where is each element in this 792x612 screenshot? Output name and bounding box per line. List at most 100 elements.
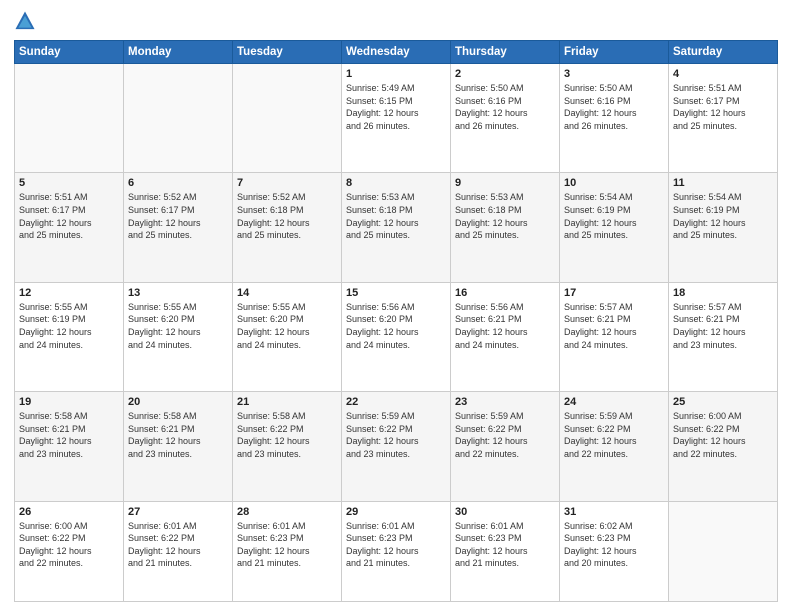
day-number: 8 — [346, 177, 446, 189]
calendar-cell: 3 Sunrise: 5:50 AM Sunset: 6:16 PM Daylig… — [560, 64, 669, 173]
day-number: 13 — [128, 287, 228, 299]
calendar-cell: 10 Sunrise: 5:54 AM Sunset: 6:19 PM Dayli… — [560, 173, 669, 282]
calendar-week-row: 19Sunrise: 5:58 AM Sunset: 6:21 PM Dayli… — [15, 392, 778, 501]
calendar-cell: 30 Sunrise: 6:01 AM Sunset: 6:23 PM Dayli… — [451, 501, 560, 601]
calendar-cell — [233, 64, 342, 173]
day-number: 31 — [564, 506, 664, 518]
day-number: 18 — [673, 287, 773, 299]
calendar-cell: 29 Sunrise: 6:01 AM Sunset: 6:23 PM Dayli… — [342, 501, 451, 601]
day-number: 14 — [237, 287, 337, 299]
day-info: Sunrise: 5:58 AM Sunset: 6:22 PM Dayligh… — [237, 410, 337, 460]
day-number: 12 — [19, 287, 119, 299]
calendar-cell: 26Sunrise: 6:00 AM Sunset: 6:22 PM Dayli… — [15, 501, 124, 601]
day-info: Sunrise: 5:54 AM Sunset: 6:19 PM Dayligh… — [673, 191, 773, 241]
day-info: Sunrise: 5:52 AM Sunset: 6:17 PM Dayligh… — [128, 191, 228, 241]
weekday-header-wednesday: Wednesday — [342, 41, 451, 64]
day-info: Sunrise: 5:50 AM Sunset: 6:16 PM Dayligh… — [564, 82, 664, 132]
calendar-cell: 7 Sunrise: 5:52 AM Sunset: 6:18 PM Daylig… — [233, 173, 342, 282]
calendar-week-row: 26Sunrise: 6:00 AM Sunset: 6:22 PM Dayli… — [15, 501, 778, 601]
day-number: 3 — [564, 68, 664, 80]
day-info: Sunrise: 5:57 AM Sunset: 6:21 PM Dayligh… — [564, 301, 664, 351]
day-number: 22 — [346, 396, 446, 408]
calendar-table: SundayMondayTuesdayWednesdayThursdayFrid… — [14, 40, 778, 602]
day-number: 29 — [346, 506, 446, 518]
day-info: Sunrise: 5:53 AM Sunset: 6:18 PM Dayligh… — [346, 191, 446, 241]
day-info: Sunrise: 5:50 AM Sunset: 6:16 PM Dayligh… — [455, 82, 555, 132]
day-info: Sunrise: 5:55 AM Sunset: 6:20 PM Dayligh… — [237, 301, 337, 351]
day-number: 27 — [128, 506, 228, 518]
day-number: 15 — [346, 287, 446, 299]
weekday-header-saturday: Saturday — [669, 41, 778, 64]
day-info: Sunrise: 5:49 AM Sunset: 6:15 PM Dayligh… — [346, 82, 446, 132]
day-number: 9 — [455, 177, 555, 189]
day-info: Sunrise: 5:58 AM Sunset: 6:21 PM Dayligh… — [128, 410, 228, 460]
day-number: 11 — [673, 177, 773, 189]
calendar-cell — [124, 64, 233, 173]
calendar-cell: 17 Sunrise: 5:57 AM Sunset: 6:21 PM Dayli… — [560, 282, 669, 391]
calendar-cell — [669, 501, 778, 601]
calendar-cell: 24 Sunrise: 5:59 AM Sunset: 6:22 PM Dayli… — [560, 392, 669, 501]
day-number: 24 — [564, 396, 664, 408]
day-number: 6 — [128, 177, 228, 189]
day-number: 4 — [673, 68, 773, 80]
day-info: Sunrise: 6:00 AM Sunset: 6:22 PM Dayligh… — [673, 410, 773, 460]
calendar-cell: 25 Sunrise: 6:00 AM Sunset: 6:22 PM Dayli… — [669, 392, 778, 501]
day-info: Sunrise: 6:01 AM Sunset: 6:22 PM Dayligh… — [128, 520, 228, 570]
day-number: 10 — [564, 177, 664, 189]
day-number: 20 — [128, 396, 228, 408]
day-info: Sunrise: 5:52 AM Sunset: 6:18 PM Dayligh… — [237, 191, 337, 241]
day-info: Sunrise: 5:53 AM Sunset: 6:18 PM Dayligh… — [455, 191, 555, 241]
day-info: Sunrise: 5:59 AM Sunset: 6:22 PM Dayligh… — [455, 410, 555, 460]
calendar-cell: 8 Sunrise: 5:53 AM Sunset: 6:18 PM Daylig… — [342, 173, 451, 282]
day-info: Sunrise: 6:01 AM Sunset: 6:23 PM Dayligh… — [346, 520, 446, 570]
calendar-cell: 19Sunrise: 5:58 AM Sunset: 6:21 PM Dayli… — [15, 392, 124, 501]
calendar-cell: 21Sunrise: 5:58 AM Sunset: 6:22 PM Dayli… — [233, 392, 342, 501]
day-number: 7 — [237, 177, 337, 189]
calendar-cell: 4 Sunrise: 5:51 AM Sunset: 6:17 PM Daylig… — [669, 64, 778, 173]
day-info: Sunrise: 5:51 AM Sunset: 6:17 PM Dayligh… — [19, 191, 119, 241]
day-number: 30 — [455, 506, 555, 518]
day-number: 16 — [455, 287, 555, 299]
header — [14, 10, 778, 32]
calendar-cell: 23Sunrise: 5:59 AM Sunset: 6:22 PM Dayli… — [451, 392, 560, 501]
day-info: Sunrise: 6:01 AM Sunset: 6:23 PM Dayligh… — [237, 520, 337, 570]
day-info: Sunrise: 5:51 AM Sunset: 6:17 PM Dayligh… — [673, 82, 773, 132]
calendar-week-row: 12Sunrise: 5:55 AM Sunset: 6:19 PM Dayli… — [15, 282, 778, 391]
calendar-cell: 14 Sunrise: 5:55 AM Sunset: 6:20 PM Dayli… — [233, 282, 342, 391]
calendar-cell: 2 Sunrise: 5:50 AM Sunset: 6:16 PM Daylig… — [451, 64, 560, 173]
weekday-header-tuesday: Tuesday — [233, 41, 342, 64]
calendar-cell: 13Sunrise: 5:55 AM Sunset: 6:20 PM Dayli… — [124, 282, 233, 391]
calendar-cell: 31Sunrise: 6:02 AM Sunset: 6:23 PM Dayli… — [560, 501, 669, 601]
calendar-cell: 12Sunrise: 5:55 AM Sunset: 6:19 PM Dayli… — [15, 282, 124, 391]
calendar-week-row: 5 Sunrise: 5:51 AM Sunset: 6:17 PM Daylig… — [15, 173, 778, 282]
page: SundayMondayTuesdayWednesdayThursdayFrid… — [0, 0, 792, 612]
calendar-cell: 5 Sunrise: 5:51 AM Sunset: 6:17 PM Daylig… — [15, 173, 124, 282]
day-info: Sunrise: 5:54 AM Sunset: 6:19 PM Dayligh… — [564, 191, 664, 241]
day-number: 1 — [346, 68, 446, 80]
day-number: 17 — [564, 287, 664, 299]
weekday-header-sunday: Sunday — [15, 41, 124, 64]
calendar-cell: 22 Sunrise: 5:59 AM Sunset: 6:22 PM Dayli… — [342, 392, 451, 501]
day-info: Sunrise: 5:56 AM Sunset: 6:20 PM Dayligh… — [346, 301, 446, 351]
logo — [14, 10, 40, 32]
calendar-week-row: 1 Sunrise: 5:49 AM Sunset: 6:15 PM Daylig… — [15, 64, 778, 173]
calendar-cell: 27 Sunrise: 6:01 AM Sunset: 6:22 PM Dayli… — [124, 501, 233, 601]
day-info: Sunrise: 5:59 AM Sunset: 6:22 PM Dayligh… — [564, 410, 664, 460]
day-number: 28 — [237, 506, 337, 518]
calendar-cell: 11 Sunrise: 5:54 AM Sunset: 6:19 PM Dayli… — [669, 173, 778, 282]
day-info: Sunrise: 5:56 AM Sunset: 6:21 PM Dayligh… — [455, 301, 555, 351]
day-info: Sunrise: 5:59 AM Sunset: 6:22 PM Dayligh… — [346, 410, 446, 460]
calendar-cell: 15 Sunrise: 5:56 AM Sunset: 6:20 PM Dayli… — [342, 282, 451, 391]
weekday-header-row: SundayMondayTuesdayWednesdayThursdayFrid… — [15, 41, 778, 64]
calendar-cell — [15, 64, 124, 173]
weekday-header-monday: Monday — [124, 41, 233, 64]
weekday-header-friday: Friday — [560, 41, 669, 64]
day-number: 5 — [19, 177, 119, 189]
day-info: Sunrise: 6:01 AM Sunset: 6:23 PM Dayligh… — [455, 520, 555, 570]
calendar-cell: 1 Sunrise: 5:49 AM Sunset: 6:15 PM Daylig… — [342, 64, 451, 173]
day-info: Sunrise: 5:58 AM Sunset: 6:21 PM Dayligh… — [19, 410, 119, 460]
day-number: 25 — [673, 396, 773, 408]
day-number: 2 — [455, 68, 555, 80]
calendar-cell: 16 Sunrise: 5:56 AM Sunset: 6:21 PM Dayli… — [451, 282, 560, 391]
day-info: Sunrise: 5:57 AM Sunset: 6:21 PM Dayligh… — [673, 301, 773, 351]
